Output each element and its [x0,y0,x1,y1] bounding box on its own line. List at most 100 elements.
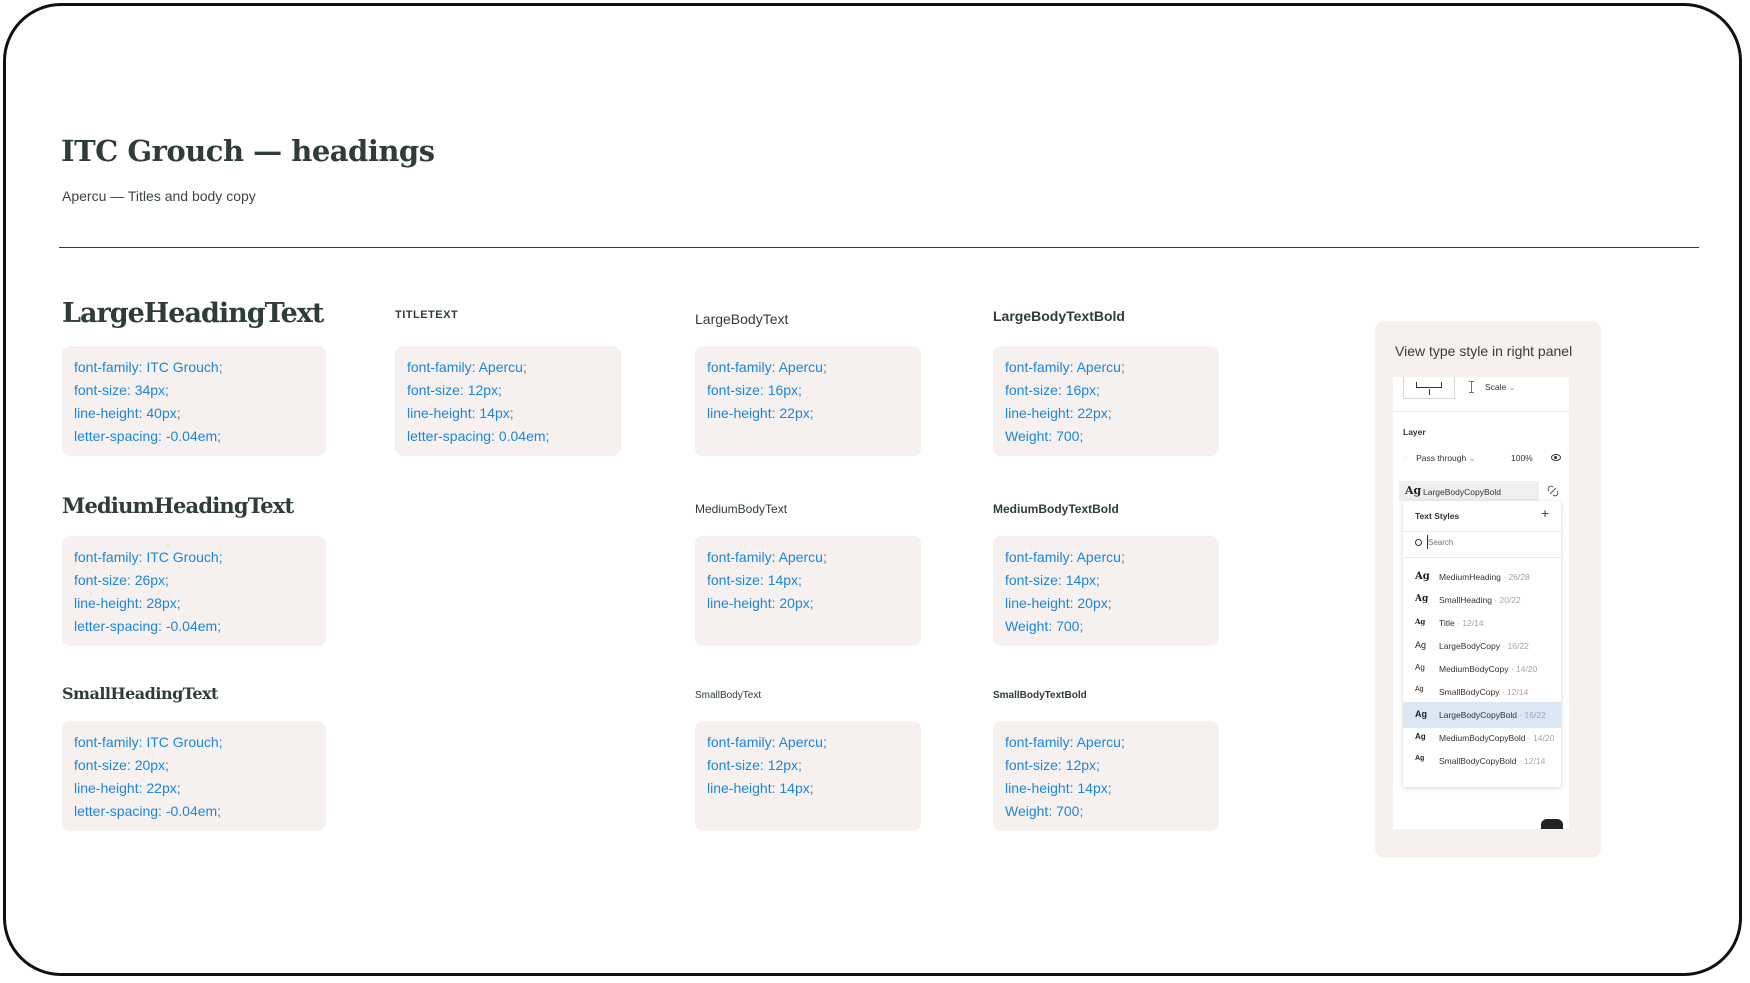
page-title: ITC Grouch — headings [61,134,435,168]
style-search-input[interactable] [1427,535,1548,549]
medium-body-spec-card: font-family: Apercu; font-size: 14px; li… [695,536,921,646]
large-body-bold-label: LargeBodyTextBold [993,308,1125,324]
scale-dropdown[interactable]: Scale ⌄ [1485,382,1516,393]
style-item-meta: · 12/14 [1499,687,1529,697]
small-heading-spec-card: font-family: ITC Grouch; font-size: 20px… [62,721,326,831]
help-button[interactable] [1541,819,1563,829]
current-text-style-row[interactable]: Ag LargeBodyCopyBold [1399,481,1539,501]
spec-line: font-size: 20px; [74,757,169,773]
ag-icon: Ag [1415,686,1424,693]
style-item-label: SmallBodyCopyBold · 12/14 [1439,756,1545,766]
style-item-small-body-copy-bold[interactable]: Ag SmallBodyCopyBold · 12/14 [1403,748,1561,774]
spec-line: font-size: 12px; [407,382,502,398]
spec-line: font-family: ITC Grouch; [74,549,223,565]
chevron-down-icon: ⌄ [1468,453,1476,463]
medium-heading-spec-card: font-family: ITC Grouch; font-size: 26px… [62,536,326,646]
style-item-meta: · 14/20 [1508,664,1538,674]
small-body-bold-label: SmallBodyTextBold [993,690,1087,701]
style-item-meta: · 16/22 [1499,641,1529,651]
style-item-label: MediumBodyCopy · 14/20 [1439,664,1537,674]
spec-line: Weight: 700; [1005,618,1084,634]
title-text-label: TITLETEXT [395,309,459,321]
text-resize-icon [1469,381,1475,393]
spec-line: letter-spacing: -0.04em; [74,803,222,819]
blend-drop-icon: ◌ [1403,454,1408,463]
eye-icon[interactable] [1551,454,1561,461]
large-heading-label: LargeHeadingText [62,298,324,329]
spec-line: line-height: 14px; [407,405,514,421]
spec-line: line-height: 14px; [707,780,814,796]
style-item-label: MediumBodyCopyBold · 14/20 [1439,733,1554,743]
spec-line: line-height: 20px; [1005,595,1112,611]
slide-frame: ITC Grouch — headings Apercu — Titles an… [3,3,1742,976]
medium-heading-label: MediumHeadingText [62,493,294,518]
spec-line: font-size: 14px; [1005,572,1100,588]
large-body-spec-card: font-family: Apercu; font-size: 16px; li… [695,346,921,456]
style-item-label: LargeBodyCopyBold · 16/22 [1439,710,1546,720]
style-item-name: MediumBodyCopyBold [1439,733,1526,743]
header-divider [59,247,1699,248]
spec-line: font-family: ITC Grouch; [74,734,223,750]
spec-line: Weight: 700; [1005,803,1084,819]
small-body-spec-card: font-family: Apercu; font-size: 12px; li… [695,721,921,831]
section-divider [1393,411,1569,412]
add-style-icon[interactable]: + [1541,505,1549,521]
spec-line: letter-spacing: -0.04em; [74,618,222,634]
spec-line: font-size: 14px; [707,572,802,588]
spec-line: line-height: 14px; [1005,780,1112,796]
dropdown-divider [1403,557,1561,558]
spec-line: line-height: 40px; [74,405,181,421]
style-item-meta: · 20/22 [1491,595,1521,605]
medium-body-bold-label: MediumBodyTextBold [993,502,1119,516]
spec-line: font-size: 12px; [1005,757,1100,773]
detach-style-icon[interactable] [1547,484,1559,497]
style-item-name: SmallHeading [1439,595,1492,605]
search-icon [1415,539,1422,546]
design-tool-panel: Scale ⌄ Layer ◌ Pass through ⌄ 100% Ag L… [1393,377,1569,829]
style-item-label: MediumHeading · 26/28 [1439,572,1530,582]
spec-line: font-family: Apercu; [1005,359,1125,375]
ag-icon: Ag [1415,755,1425,762]
spec-line: font-family: Apercu; [707,734,827,750]
ag-icon: Ag [1415,571,1430,582]
spec-line: line-height: 28px; [74,595,181,611]
spec-line: font-size: 16px; [1005,382,1100,398]
spec-line: line-height: 22px; [1005,405,1112,421]
style-item-meta: · 12/14 [1454,618,1484,628]
spec-line: font-family: Apercu; [407,359,527,375]
text-styles-title: Text Styles [1415,511,1460,521]
ag-icon: Ag [1415,640,1427,650]
spec-line: line-height: 22px; [74,780,181,796]
style-item-name: MediumHeading [1439,572,1501,582]
constraints-widget[interactable] [1403,377,1455,399]
style-item-label: SmallHeading · 20/22 [1439,595,1521,605]
medium-body-label: MediumBodyText [695,502,788,516]
style-item-meta: · 14/20 [1525,733,1555,743]
spec-line: font-family: Apercu; [1005,549,1125,565]
opacity-input[interactable]: 100% [1511,453,1533,463]
large-body-bold-spec-card: font-family: Apercu; font-size: 16px; li… [993,346,1219,456]
ag-icon: Ag [1405,484,1422,497]
spec-line: Weight: 700; [1005,428,1084,444]
style-item-label: SmallBodyCopy · 12/14 [1439,687,1528,697]
right-panel-preview: View type style in right panel Scale ⌄ L… [1375,321,1601,858]
small-body-label: SmallBodyText [695,690,762,701]
current-style-name: LargeBodyCopyBold [1423,487,1501,497]
blend-mode-select[interactable]: ◌ Pass through ⌄ [1403,453,1476,464]
spec-line: line-height: 20px; [707,595,814,611]
style-item-meta: · 16/22 [1516,710,1546,720]
style-item-name: LargeBodyCopyBold [1439,710,1517,720]
spec-line: font-family: Apercu; [707,359,827,375]
spec-line: font-size: 12px; [707,757,802,773]
ag-icon: Ag [1415,617,1426,626]
spec-line: letter-spacing: -0.04em; [74,428,222,444]
style-item-name: Title [1439,618,1455,628]
style-item-meta: · 26/28 [1500,572,1530,582]
ag-icon: Ag [1415,594,1429,604]
layer-heading: Layer [1403,427,1426,437]
ag-icon: Ag [1415,732,1426,741]
blend-mode-value: Pass through [1416,453,1467,463]
spec-line: font-family: Apercu; [707,549,827,565]
large-body-label: LargeBodyText [695,311,789,327]
style-item-name: MediumBodyCopy [1439,664,1509,674]
